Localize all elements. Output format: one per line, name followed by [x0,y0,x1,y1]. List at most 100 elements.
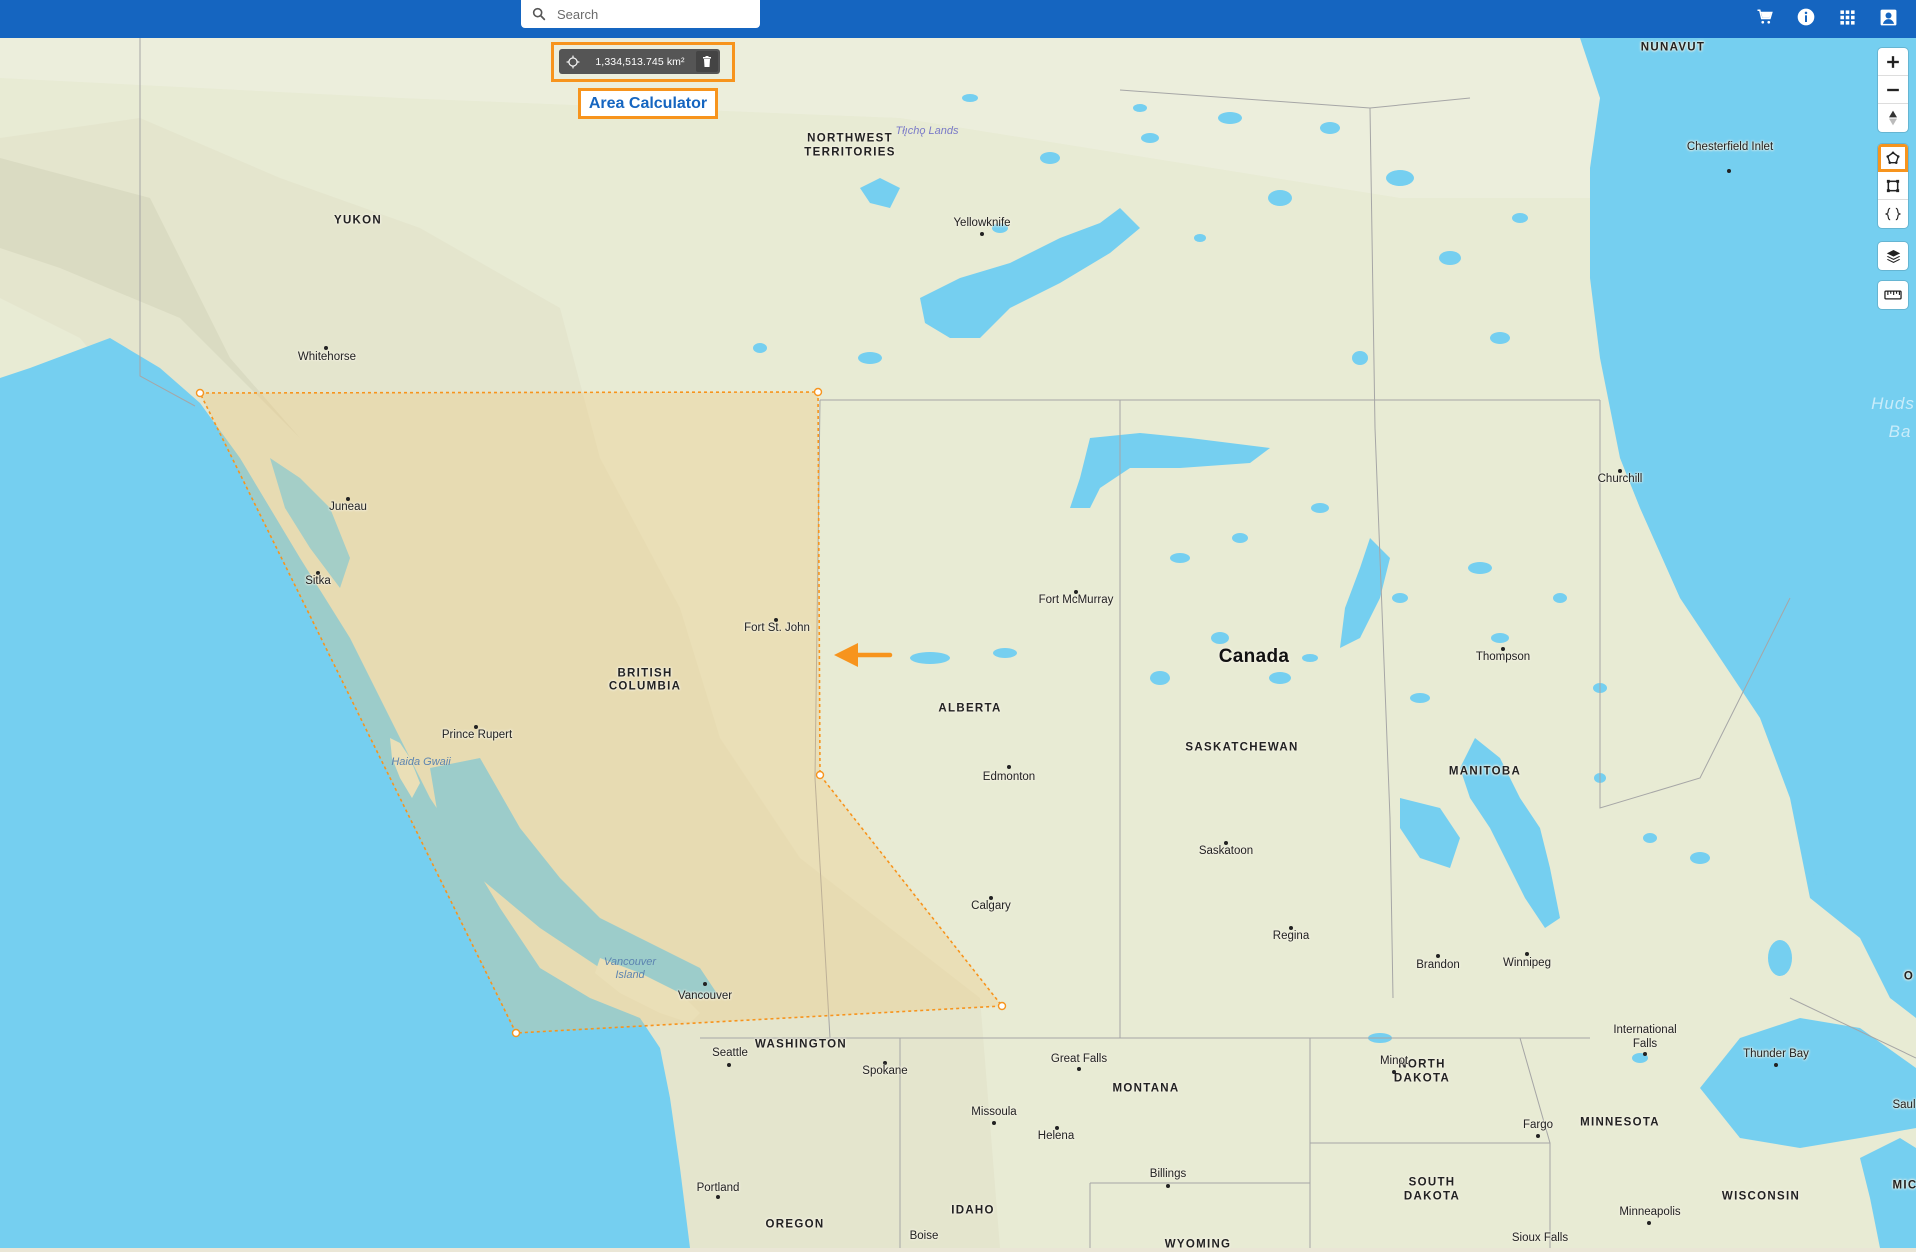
ruler-icon [1884,290,1902,300]
city-marker [1643,1052,1647,1056]
city-label: Spokane [862,1065,908,1077]
compass-button[interactable] [1878,104,1908,132]
water-label: Vancouver [603,956,657,968]
city-marker [1392,1070,1396,1074]
info-icon [1797,8,1815,26]
city-marker [1727,169,1731,173]
region-label: ALBERTA [938,702,1002,715]
city-label: Juneau [329,501,367,513]
region-label: MINNESOTA [1580,1116,1660,1129]
city-marker [980,232,984,236]
region-label: MANITOBA [1448,765,1522,778]
city-marker [1774,1063,1778,1067]
layers-button[interactable] [1878,242,1908,270]
city-label: Fort St. John [744,622,810,634]
city-label: Whitehorse [297,351,357,363]
water-label: Tłı̨chǫ Lands [895,125,959,137]
region-label: IDAHO [951,1204,995,1217]
region-label: OREGON [765,1218,825,1231]
rectangle-icon [1886,179,1900,192]
region-label: COLUMBIA [608,680,682,693]
city-marker [1436,954,1440,958]
compass-icon [1889,110,1897,126]
apps-button[interactable] [1835,5,1859,29]
city-label: Saskatoon [1198,845,1254,857]
city-marker [703,982,707,986]
geojson-button[interactable] [1878,200,1908,228]
city-label: Chesterfield Inlet [1686,141,1774,153]
water-label: Ba [1888,422,1912,441]
account-icon [1880,9,1896,25]
city-label: Prince Rupert [441,729,513,741]
apps-grid-icon [1839,9,1855,25]
city-label: Saul [1892,1099,1916,1111]
city-marker [727,1063,731,1067]
draw-controls [1878,144,1908,228]
measure-control [1878,281,1908,309]
city-marker [1166,1184,1170,1188]
account-button[interactable] [1876,5,1900,29]
region-label: WASHINGTON [754,1038,848,1051]
water-label: Huds [1871,394,1915,413]
city-label: Great Falls [1050,1053,1108,1065]
search-box[interactable] [521,0,760,28]
zoom-controls [1878,48,1908,132]
city-label: Winnipeg [1503,957,1551,969]
draw-rectangle-button[interactable] [1878,172,1908,200]
zoom-out-button[interactable] [1878,76,1908,104]
zoom-in-button[interactable] [1878,48,1908,76]
cart-button[interactable] [1753,5,1777,29]
info-button[interactable] [1794,5,1818,29]
region-label: WISCONSIN [1721,1190,1801,1203]
layers-icon [1886,250,1900,263]
city-marker [1536,1134,1540,1138]
top-bar [0,0,1916,38]
search-input[interactable] [557,6,747,22]
city-label: Seattle [712,1047,748,1059]
city-label: Churchill [1597,473,1643,485]
braces-icon [1885,207,1901,221]
city-label: Minneapolis [1619,1206,1681,1218]
region-label: NUNAVUT [1640,41,1706,54]
search-icon [532,7,546,21]
city-marker [1647,1221,1651,1225]
map-canvas[interactable]: NUNAVUT NORTHWEST TERRITORIES Tłı̨chǫ La… [0,38,1916,1251]
city-label: Edmonton [982,771,1036,783]
region-label: SASKATCHEWAN [1185,741,1299,754]
city-label: Boise [909,1230,939,1242]
region-label: YUKON [333,214,383,227]
area-calculator-highlight [551,42,735,82]
city-label: Thunder Bay [1743,1048,1809,1060]
region-label: TERRITORIES [804,146,896,159]
ruler-button[interactable] [1878,281,1908,309]
layers-control [1878,242,1908,270]
region-label: NORTHWEST [807,132,893,145]
city-label: Calgary [971,900,1011,912]
city-marker [992,1121,996,1125]
city-label: Regina [1272,930,1310,942]
city-marker [1525,952,1529,956]
region-label: WYOMING [1164,1238,1232,1251]
city-label: Yellowknife [953,217,1011,229]
city-label: Billings [1149,1168,1187,1180]
city-label: Fort McMurray [1038,594,1114,606]
city-label: Sioux Falls [1511,1232,1569,1244]
city-marker [1007,765,1011,769]
city-label: Sitka [305,575,331,587]
region-label: MIC [1892,1179,1916,1192]
water-label: Haida Gwaii [391,756,451,768]
city-marker [716,1195,720,1199]
city-marker [1077,1067,1081,1071]
water-label: O [1903,970,1915,983]
city-label: Vancouver [677,990,733,1002]
region-label: DAKOTA [1403,1190,1461,1203]
region-label: SOUTH [1408,1176,1456,1189]
water-label: Island [615,969,645,981]
draw-polygon-button[interactable] [1878,144,1908,172]
region-label: DAKOTA [1393,1072,1451,1085]
region-label: MONTANA [1112,1082,1180,1095]
city-label: Brandon [1416,959,1460,971]
city-label: Minot [1379,1055,1409,1067]
city-label: Fargo [1522,1119,1554,1131]
minus-icon [1887,88,1899,91]
